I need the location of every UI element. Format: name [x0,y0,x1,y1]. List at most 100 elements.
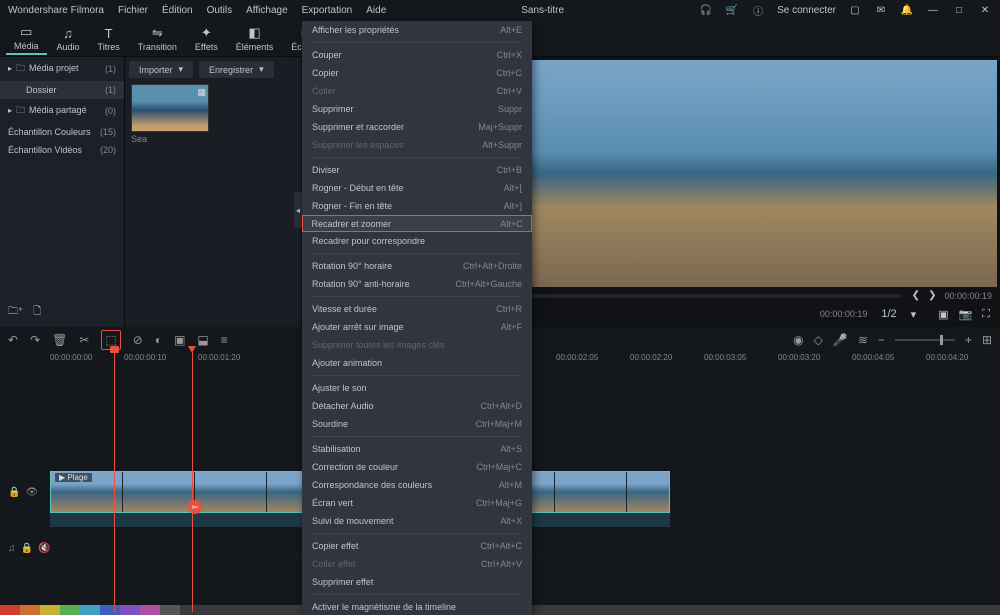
speed-icon[interactable]: ⊘ [133,333,143,347]
new-item-icon[interactable]: 🗋 [33,304,41,321]
ctx-item[interactable]: CopierCtrl+C [302,64,532,82]
tl-mic-icon[interactable]: 🎤 [833,333,848,347]
zoom-fit-icon[interactable]: ⊞ [982,333,992,347]
audio-icon: ♫ [63,26,73,41]
zoom-in-icon[interactable]: + [965,333,972,347]
ctx-item[interactable]: Supprimer effet [302,573,532,591]
undo-icon[interactable]: ↶ [8,333,18,347]
tab-audio[interactable]: ♫Audio [49,24,88,54]
ctx-item[interactable]: Ajouter animation [302,354,532,372]
folder-icon: 🗀 [16,63,25,73]
ctx-item[interactable]: Recadrer et zoomerAlt+C [302,215,532,232]
new-folder-icon[interactable]: 🗀⁺ [8,304,23,321]
ctx-item[interactable]: SupprimerSuppr [302,100,532,118]
cart-icon[interactable]: 🛒 [725,4,739,18]
tab-transition[interactable]: ⇋Transition [130,23,185,54]
bell-icon[interactable]: 🔔 [900,4,914,18]
snapshot-icon[interactable]: 📷 [959,308,973,321]
ctx-item[interactable]: Suivi de mouvementAlt+X [302,512,532,530]
menu-tools[interactable]: Outils [207,5,233,16]
ctx-item[interactable]: Ajuster le son [302,379,532,397]
menu-file[interactable]: Fichier [118,5,148,16]
zoom-ratio[interactable]: 1/2 [881,308,896,320]
elements-icon: ◧ [248,25,260,41]
menu-help[interactable]: Aide [366,5,386,16]
greenscreen-icon[interactable]: ▣ [174,333,185,347]
settings-icon[interactable]: ≡ [221,333,228,347]
ctx-item: Supprimer les espacesAlt+Suppr [302,136,532,154]
headset-icon[interactable]: 🎧 [699,4,713,18]
fullscreen-icon[interactable]: ⛶ [982,308,990,321]
minimize-icon[interactable]: — [926,4,940,18]
close-icon[interactable]: ✕ [978,4,992,18]
redo-icon[interactable]: ↷ [30,333,40,347]
panel-collapse-toggle[interactable]: ◂ [294,192,302,228]
save-dropdown[interactable]: Enregistrer▾ [199,61,274,78]
ctx-item[interactable]: CouperCtrl+X [302,46,532,64]
menu-export[interactable]: Exportation [302,5,353,16]
ctx-item[interactable]: Recadrer pour correspondre [302,232,532,250]
ctx-item[interactable]: DiviserCtrl+B [302,161,532,179]
zoom-slider[interactable] [895,339,955,341]
window-icon-1[interactable]: ▢ [848,4,862,18]
ctx-item[interactable]: Copier effetCtrl+Alt+C [302,537,532,555]
sidebar-item-project-media[interactable]: ▸🗀Média projet(1) [0,57,124,81]
ctx-item[interactable]: Supprimer et raccorderMaj+Suppr [302,118,532,136]
maximize-icon[interactable]: □ [952,4,966,18]
preview-time-total: 00:00:00:19 [944,291,992,301]
zoom-out-icon[interactable]: − [878,333,885,347]
cut-marker-icon[interactable]: ✂ [188,500,202,514]
playhead-marker[interactable] [114,352,115,612]
ctx-item[interactable]: Correction de couleurCtrl+Maj+C [302,458,532,476]
media-icon: ▭ [20,24,32,40]
eye-icon[interactable]: 👁 [25,487,38,498]
ctx-item[interactable]: Rogner - Fin en têteAlt+] [302,197,532,215]
ctx-item[interactable]: Rotation 90° horaireCtrl+Alt+Droite [302,257,532,275]
ctx-item[interactable]: Correspondance des couleursAlt+M [302,476,532,494]
transition-icon: ⇋ [152,25,163,41]
ctx-item[interactable]: Rotation 90° anti-horaireCtrl+Alt+Gauche [302,275,532,293]
clip-thumbnail-sea[interactable]: ▦ [131,84,209,132]
sidebar-item-shared-media[interactable]: ▸🗀Média partagé(0) [0,99,124,123]
sidebar-item-sample-colors[interactable]: Échantillon Couleurs(15) [0,123,124,141]
marker-icon[interactable]: ⬓ [197,333,208,347]
chevron-down-icon[interactable]: ▾ [911,308,917,321]
info-icon[interactable]: ⓘ [751,4,765,18]
mute-icon[interactable]: 🔇 [38,543,50,554]
import-dropdown[interactable]: Importer▾ [129,61,193,78]
login-link[interactable]: Se connecter [777,5,836,16]
ctx-item[interactable]: Détacher AudioCtrl+Alt+D [302,397,532,415]
tl-mixer-icon[interactable]: ≋ [858,333,868,347]
prev-frame-icon[interactable]: ❮ [912,290,920,301]
ctx-item[interactable]: Afficher les propriétésAlt+E [302,21,532,39]
ctx-item[interactable]: Écran vertCtrl+Maj+G [302,494,532,512]
tab-titles[interactable]: TTitres [90,24,128,54]
message-icon[interactable]: ✉ [874,4,888,18]
lock-icon[interactable]: 🔒 [21,543,33,554]
menu-edit[interactable]: Édition [162,5,193,16]
cut-icon[interactable]: ✂ [79,333,89,347]
menu-view[interactable]: Affichage [246,5,288,16]
sidebar-item-folder[interactable]: Dossier(1) [0,81,124,99]
ctx-item[interactable]: StabilisationAlt+S [302,440,532,458]
app-name: Wondershare Filmora [8,5,104,16]
ctx-item[interactable]: Rogner - Début en têteAlt+[ [302,179,532,197]
clip-label: ▶ Plage [55,473,92,482]
color-icon[interactable]: ◐ [155,333,162,347]
tl-eye-icon[interactable]: ◉ [793,333,803,347]
ctx-item[interactable]: Activer le magnétisme de la timeline [302,598,532,615]
ctx-item[interactable]: Ajouter arrêt sur imageAlt+F [302,318,532,336]
tab-elements[interactable]: ◧Éléments [228,23,282,54]
tab-media[interactable]: ▭Média [6,22,47,55]
sidebar-item-sample-videos[interactable]: Échantillon Vidéos(20) [0,141,124,159]
delete-icon[interactable]: 🗑 [52,333,67,347]
document-title: Sans-titre [386,5,699,16]
next-frame-icon[interactable]: ❯ [928,290,936,301]
ctx-item[interactable]: Vitesse et duréeCtrl+R [302,300,532,318]
playhead[interactable] [192,352,193,612]
tl-marker-icon[interactable]: ◇ [814,333,823,347]
ctx-item[interactable]: SourdineCtrl+Maj+M [302,415,532,433]
lock-icon[interactable]: 🔒 [8,487,20,498]
quality-icon[interactable]: ▣ [938,308,948,321]
tab-effects[interactable]: ✦Effets [187,23,226,54]
